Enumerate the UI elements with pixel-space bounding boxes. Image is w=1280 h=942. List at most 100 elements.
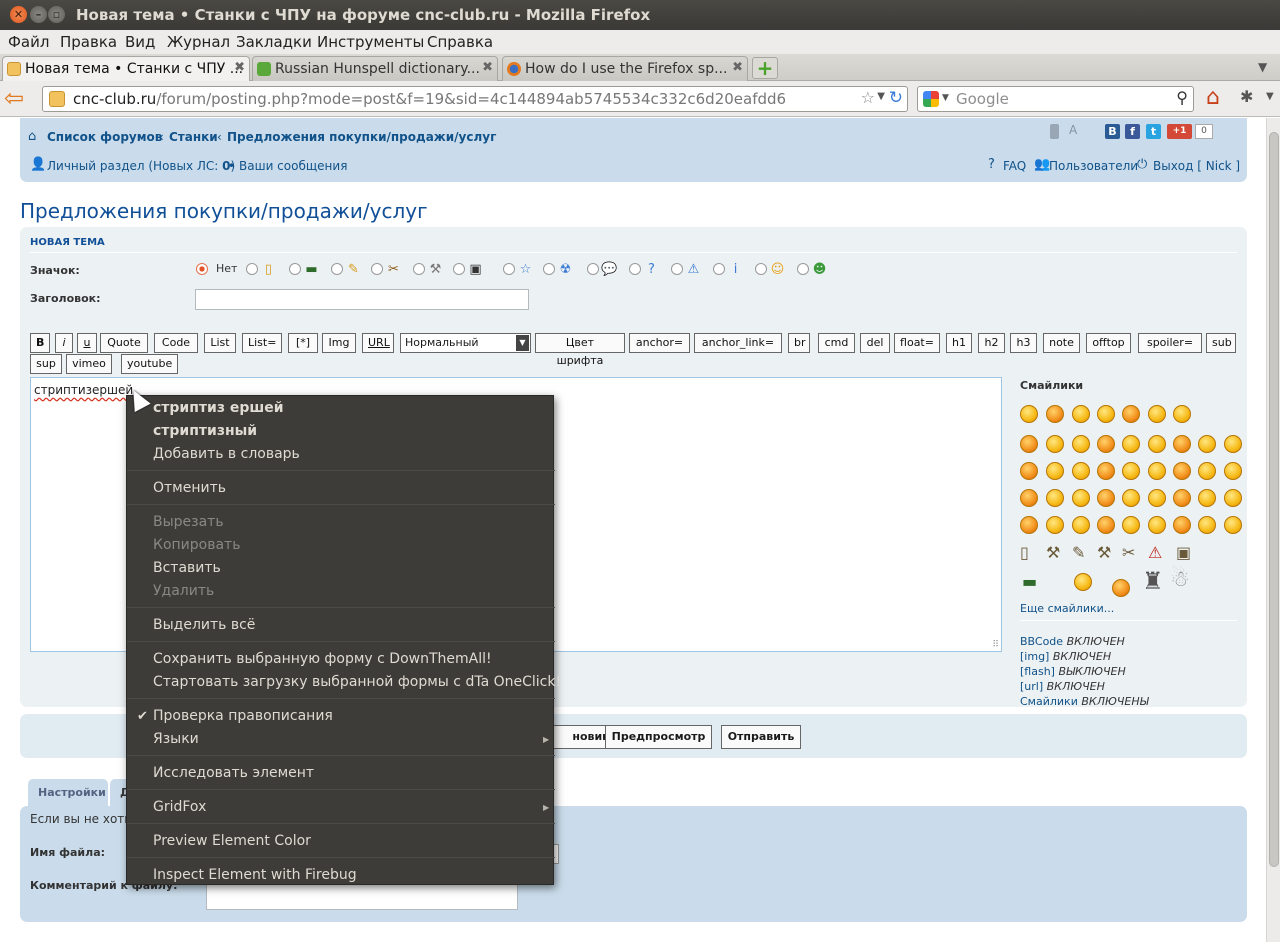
smiley-icon[interactable]	[1148, 435, 1166, 453]
my-posts-link[interactable]: Ваши сообщения	[239, 159, 347, 173]
scrollbar-thumb[interactable]	[1269, 132, 1279, 867]
tab-options[interactable]: Настройки	[28, 779, 108, 807]
users-link[interactable]: Пользователи	[1049, 159, 1138, 173]
icon-radio[interactable]	[246, 263, 258, 275]
smiley-icon[interactable]	[1122, 462, 1140, 480]
icon-radio[interactable]	[503, 263, 515, 275]
bookmark-star-icon[interactable]: ☆	[861, 88, 875, 107]
google-icon[interactable]	[923, 91, 939, 107]
smiley-icon[interactable]	[1173, 462, 1191, 480]
context-menu-item[interactable]: стриптиз ершей	[153, 400, 284, 416]
smiley-icon[interactable]	[1148, 516, 1166, 534]
close-tab-icon[interactable]: ✖	[234, 60, 245, 75]
context-menu-item[interactable]: Проверка правописания	[153, 708, 333, 724]
menu-help[interactable]: Справка	[427, 33, 493, 51]
smiley-icon[interactable]	[1198, 462, 1216, 480]
warning-icon[interactable]: ⚠	[1148, 543, 1162, 562]
back-arrow-icon[interactable]: ⇦	[4, 85, 24, 111]
pencil-icon[interactable]: ✎	[1072, 543, 1085, 562]
bbcode-button-24[interactable]: sup	[30, 354, 62, 374]
bbcode-button-6[interactable]: List=	[242, 333, 282, 353]
bbcode-button-19[interactable]: h3	[1010, 333, 1037, 353]
smiley-icon[interactable]	[1224, 462, 1242, 480]
robot-icon[interactable]: ♜	[1142, 567, 1164, 595]
smiley-icon[interactable]	[1173, 516, 1191, 534]
breadcrumb-machines[interactable]: Станки	[169, 130, 218, 144]
bbcode-button-22[interactable]: spoiler=	[1138, 333, 1202, 353]
submit-button[interactable]: Отправить	[721, 725, 801, 749]
site-identity-icon[interactable]	[49, 91, 65, 107]
twitter-icon[interactable]: t	[1146, 124, 1161, 139]
tab-hunspell[interactable]: Russian Hunspell dictionary... ✖	[252, 56, 498, 81]
url-bar[interactable]: cnc-club.ru/forum/posting.php?mode=post&…	[42, 86, 908, 112]
bbcode-button-1[interactable]: i	[55, 333, 73, 353]
smiley-icon[interactable]	[1122, 435, 1140, 453]
smiley-icon[interactable]	[1046, 435, 1064, 453]
tab-new-topic[interactable]: Новая тема • Станки с ЧПУ ... ✖	[2, 56, 250, 81]
smiley-icon[interactable]	[1072, 435, 1090, 453]
circuit-board-icon[interactable]: ▬	[1022, 572, 1037, 591]
smiley-icon[interactable]	[1148, 462, 1166, 480]
pm-link[interactable]: Личный раздел (Новых ЛС: 0)	[47, 159, 235, 173]
bbcode-button-8[interactable]: Img	[322, 333, 356, 353]
smiley-icon[interactable]	[1020, 435, 1038, 453]
smiley-icon[interactable]	[1074, 573, 1092, 591]
menu-file[interactable]: Файл	[8, 33, 49, 51]
bbcode-button-7[interactable]: [*]	[288, 333, 318, 353]
bbcode-button-10[interactable]: Цвет шрифта	[535, 333, 625, 367]
smiley-icon[interactable]	[1046, 516, 1064, 534]
smiley-icon[interactable]	[1097, 405, 1115, 423]
menu-view[interactable]: Вид	[125, 33, 155, 51]
smiley-icon[interactable]	[1198, 489, 1216, 507]
bbcode-button-4[interactable]: Code	[154, 333, 198, 353]
icon-radio[interactable]	[453, 263, 465, 275]
smiley-icon[interactable]	[1224, 489, 1242, 507]
google-plus-icon[interactable]: +1	[1167, 124, 1192, 139]
smiley-icon[interactable]	[1224, 435, 1242, 453]
icon-radio[interactable]	[797, 263, 809, 275]
preview-button[interactable]: Предпросмотр	[605, 725, 712, 749]
toolbar-overflow-icon[interactable]: ▼	[1266, 91, 1274, 102]
smiley-icon[interactable]	[1112, 579, 1130, 597]
hammer-icon[interactable]: ▯	[1020, 543, 1029, 562]
resize-grip-icon[interactable]: ⠿	[992, 640, 999, 650]
hammer-icon[interactable]: ⚒	[1046, 543, 1060, 562]
subject-input[interactable]	[195, 289, 529, 310]
extension-icon[interactable]: ✱	[1240, 87, 1253, 106]
bbcode-button-2[interactable]: u	[77, 333, 97, 353]
context-menu-item[interactable]: Preview Element Color	[153, 833, 311, 849]
icon-radio[interactable]	[629, 263, 641, 275]
close-tab-icon[interactable]: ✖	[482, 60, 493, 75]
menu-history[interactable]: Журнал	[167, 33, 230, 51]
bbcode-button-21[interactable]: offtop	[1086, 333, 1131, 353]
search-engine-dropdown-icon[interactable]: ▼	[942, 93, 949, 103]
smiley-icon[interactable]	[1046, 462, 1064, 480]
font-size-select[interactable]: Нормальный ▼	[400, 333, 531, 353]
smiley-icon[interactable]	[1148, 405, 1166, 423]
icon-radio[interactable]	[713, 263, 725, 275]
icon-radio[interactable]	[196, 263, 208, 275]
bbcode-button-20[interactable]: note	[1043, 333, 1080, 353]
facebook-icon[interactable]: f	[1125, 124, 1140, 139]
bbcode-button-18[interactable]: h2	[978, 333, 1005, 353]
context-menu-item[interactable]: Выделить всё	[153, 617, 255, 633]
menu-bookmarks[interactable]: Закладки	[236, 33, 312, 51]
context-menu-item[interactable]: GridFox	[153, 799, 206, 815]
context-menu-item[interactable]: Inspect Element with Firebug	[153, 867, 357, 883]
icon-radio[interactable]	[413, 263, 425, 275]
bbcode-button-15[interactable]: del	[860, 333, 890, 353]
smiley-icon[interactable]	[1198, 516, 1216, 534]
icon-radio[interactable]	[755, 263, 767, 275]
icon-radio[interactable]	[671, 263, 683, 275]
breadcrumb-offers[interactable]: Предложения покупки/продажи/услуг	[227, 130, 496, 144]
bbcode-button-23[interactable]: sub	[1206, 333, 1236, 353]
context-menu-item[interactable]: Стартовать загрузку выбранной формы с dT…	[153, 674, 561, 690]
smiley-icon[interactable]	[1122, 405, 1140, 423]
vk-icon[interactable]: В	[1105, 124, 1120, 139]
bbcode-button-13[interactable]: br	[788, 333, 810, 353]
smiley-icon[interactable]	[1097, 516, 1115, 534]
status-key[interactable]: BBCode	[1020, 635, 1063, 648]
smiley-icon[interactable]	[1122, 489, 1140, 507]
window-close-button[interactable]: ✕	[10, 6, 27, 23]
tab-firefox-help[interactable]: How do I use the Firefox sp... ✖	[502, 56, 748, 81]
